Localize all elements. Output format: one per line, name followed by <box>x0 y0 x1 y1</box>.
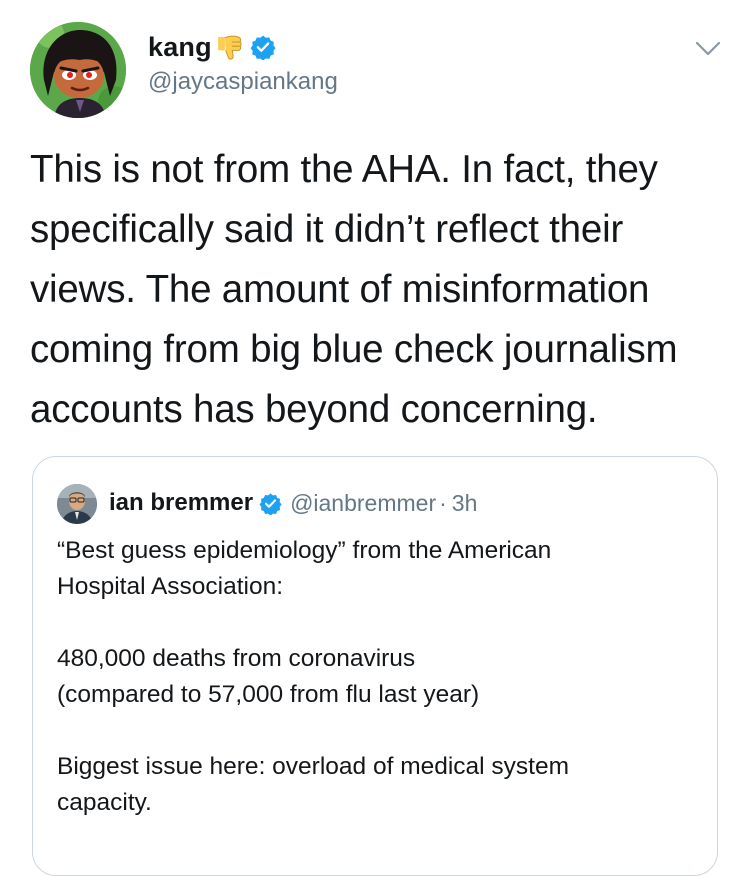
author-avatar[interactable] <box>30 22 126 118</box>
quoted-text-line: “Best guess epidemiology” from the Ameri… <box>57 537 552 564</box>
quoted-timestamp[interactable]: 3h <box>452 490 478 517</box>
quoted-author-display-name[interactable]: ian bremmer <box>109 489 253 517</box>
quoted-author-avatar-image <box>57 484 97 524</box>
quoted-paragraph: 480,000 deaths from coronavirus (compare… <box>57 641 697 713</box>
verified-badge-icon <box>250 34 276 61</box>
quoted-text-line: capacity. <box>57 789 152 816</box>
quoted-verified-badge-icon <box>259 492 282 516</box>
thumbs-down-emoji-icon <box>214 32 244 62</box>
quoted-text-line: 480,000 deaths from coronavirus <box>57 645 416 672</box>
author-avatar-image <box>30 22 126 118</box>
tweet-text: This is not from the AHA. In fact, they … <box>30 148 678 431</box>
author-name-row: kang <box>148 30 276 64</box>
author-handle[interactable]: @jaycaspiankang <box>148 68 338 96</box>
quoted-text-line: Biggest issue here: overload of medical … <box>57 753 570 780</box>
quoted-paragraph: “Best guess epidemiology” from the Ameri… <box>57 533 697 605</box>
tweet: kang @jaycaspiankang This is not from th… <box>0 0 750 876</box>
quoted-tweet-text: “Best guess epidemiology” from the Ameri… <box>57 533 697 821</box>
quoted-paragraph: Biggest issue here: overload of medical … <box>57 749 697 821</box>
quoted-separator: · <box>439 489 447 516</box>
chevron-down-icon[interactable] <box>694 38 722 60</box>
quoted-tweet-header: ian bremmer @ianbremmer · 3h <box>109 486 477 520</box>
quoted-text-line: (compared to 57,000 from flu last year) <box>57 681 480 708</box>
quoted-author-avatar[interactable] <box>57 484 97 524</box>
quoted-tweet-card[interactable]: ian bremmer @ianbremmer · 3h “Best guess… <box>32 456 718 876</box>
author-display-name[interactable]: kang <box>148 32 212 63</box>
quoted-text-line: Hospital Association: <box>57 573 284 600</box>
quoted-author-handle[interactable]: @ianbremmer <box>290 490 436 517</box>
